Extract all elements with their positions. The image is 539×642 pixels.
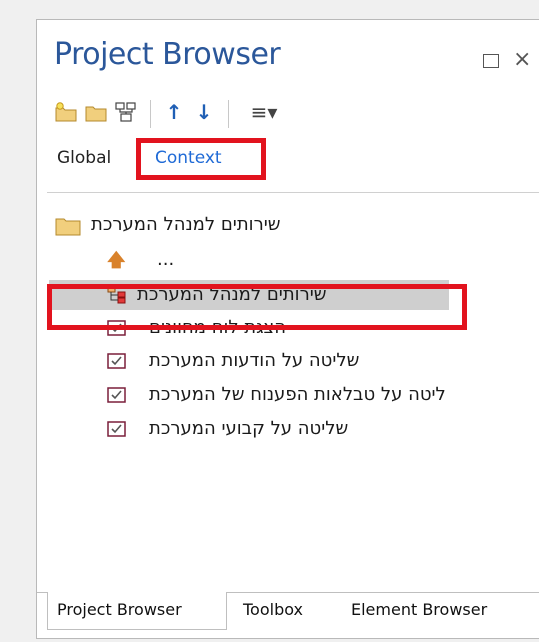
new-folder-icon[interactable] [84,100,108,124]
tab-element-browser[interactable]: Element Browser [351,600,487,619]
scope-global-tab[interactable]: Global [57,148,111,168]
tree-item-label: שליטה על קבועי המערכת [149,418,349,439]
panel-title: Project Browser [54,37,281,72]
toolbar-separator [150,100,151,128]
folder-icon [55,216,81,236]
bottom-tabs: Project Browser Toolbox Element Browser [37,592,539,632]
new-package-icon[interactable] [54,100,78,124]
selected-row-highlight-box [47,284,467,330]
tab-project-browser[interactable]: Project Browser [57,600,182,619]
project-browser-panel: Project Browser × ↑ ↓ ≡▾ Global Context … [36,19,539,639]
tree-item-label: שליטה על הודעות המערכת [149,350,360,371]
new-diagram-icon[interactable] [114,100,138,124]
maximize-icon[interactable] [483,54,499,68]
up-arrow-icon: 🡅 [107,250,126,271]
tree-root-label: שירותים למנהל המערכת [91,214,281,235]
tree-root-row[interactable]: שירותים למנהל המערכת [37,210,539,240]
tree-up-row[interactable]: 🡅 ... [37,245,539,275]
menu-icon[interactable]: ≡▾ [242,100,286,124]
close-icon[interactable]: × [513,49,531,71]
toolbar: ↑ ↓ ≡▾ [54,96,534,132]
tree-up-label: ... [157,249,175,270]
use-case-icon [107,420,127,438]
tree-item-label: ליטה על טבלאות הפענוח של המערכת [149,384,446,405]
use-case-icon [107,386,127,404]
use-case-icon [107,352,127,370]
context-highlight-box [136,138,266,180]
tree-item-row[interactable]: שליטה על הודעות המערכת [37,346,539,376]
move-up-icon[interactable]: ↑ [162,100,186,124]
tab-toolbox[interactable]: Toolbox [243,600,303,619]
tree-item-row[interactable]: שליטה על קבועי המערכת [37,414,539,444]
tree-item-row[interactable]: ליטה על טבלאות הפענוח של המערכת [37,380,539,410]
move-down-icon[interactable]: ↓ [192,100,216,124]
toolbar-separator [228,100,229,128]
divider [47,192,539,193]
